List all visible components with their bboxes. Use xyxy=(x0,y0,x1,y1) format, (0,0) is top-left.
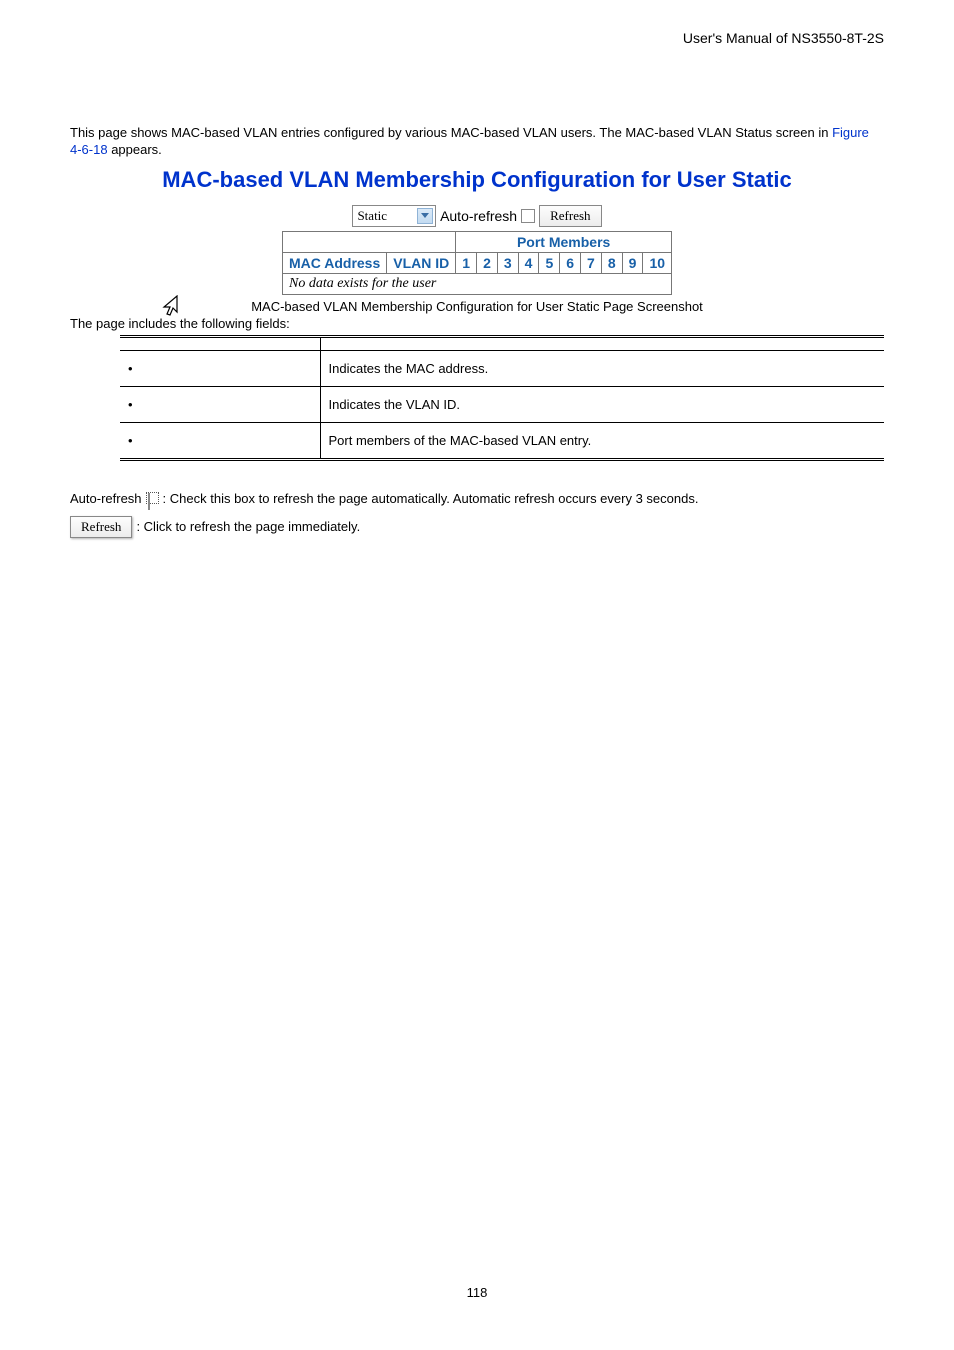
screenshot-figure: Static Auto-refresh Refresh Port Members… xyxy=(70,205,884,295)
doc-header: User's Manual of NS3550-8T-2S xyxy=(683,30,884,46)
figure-caption: MAC-based VLAN Membership Configuration … xyxy=(70,299,884,314)
user-type-select[interactable]: Static xyxy=(352,205,436,227)
auto-refresh-prefix: Auto-refresh xyxy=(70,491,142,506)
col-port: 2 xyxy=(477,252,498,273)
field-label xyxy=(120,350,320,386)
col-port: 8 xyxy=(601,252,622,273)
table-row: Indicates the VLAN ID. xyxy=(120,386,884,422)
field-desc: Port members of the MAC-based VLAN entry… xyxy=(320,422,884,459)
refresh-desc: : Click to refresh the page immediately. xyxy=(136,519,360,534)
col-port: 4 xyxy=(518,252,539,273)
field-desc: Indicates the MAC address. xyxy=(320,350,884,386)
table-row: Indicates the MAC address. xyxy=(120,350,884,386)
auto-refresh-checkbox[interactable] xyxy=(521,209,535,223)
port-members-header: Port Members xyxy=(456,231,672,252)
auto-refresh-label: Auto-refresh xyxy=(440,208,517,224)
section-title: MAC-based VLAN Membership Configuration … xyxy=(70,167,884,193)
col-vlan: VLAN ID xyxy=(387,252,456,273)
page-number: 118 xyxy=(0,1285,954,1300)
fields-intro: The page includes the following fields: xyxy=(70,316,884,331)
col-port: 3 xyxy=(497,252,518,273)
intro-paragraph: This page shows MAC-based VLAN entries c… xyxy=(70,125,884,159)
col-port: 1 xyxy=(456,252,477,273)
col-port: 10 xyxy=(643,252,672,273)
col-port: 5 xyxy=(539,252,560,273)
field-label xyxy=(120,386,320,422)
cursor-icon xyxy=(160,295,178,325)
auto-refresh-desc: : Check this box to refresh the page aut… xyxy=(163,491,699,506)
field-desc: Indicates the VLAN ID. xyxy=(320,386,884,422)
chevron-down-icon xyxy=(417,208,433,224)
refresh-button[interactable]: Refresh xyxy=(539,205,601,227)
checkbox-icon xyxy=(146,492,159,504)
refresh-note: Refresh : Click to refresh the page imme… xyxy=(70,516,884,538)
col-port: 9 xyxy=(622,252,643,273)
col-port: 6 xyxy=(560,252,581,273)
table-row: Port members of the MAC-based VLAN entry… xyxy=(120,422,884,459)
vlan-membership-table: Port Members MAC Address VLAN ID 1 2 3 4… xyxy=(282,231,672,295)
col-port: 7 xyxy=(581,252,602,273)
refresh-button-icon: Refresh xyxy=(70,516,132,538)
auto-refresh-note: Auto-refresh : Check this box to refresh… xyxy=(70,491,884,506)
fields-table: Indicates the MAC address. Indicates the… xyxy=(120,335,884,461)
no-data-row: No data exists for the user xyxy=(282,273,671,294)
field-label xyxy=(120,422,320,459)
col-mac: MAC Address xyxy=(282,252,386,273)
intro-text-2: appears. xyxy=(108,142,162,157)
select-value: Static xyxy=(357,208,387,224)
intro-text-1: This page shows MAC-based VLAN entries c… xyxy=(70,125,832,140)
